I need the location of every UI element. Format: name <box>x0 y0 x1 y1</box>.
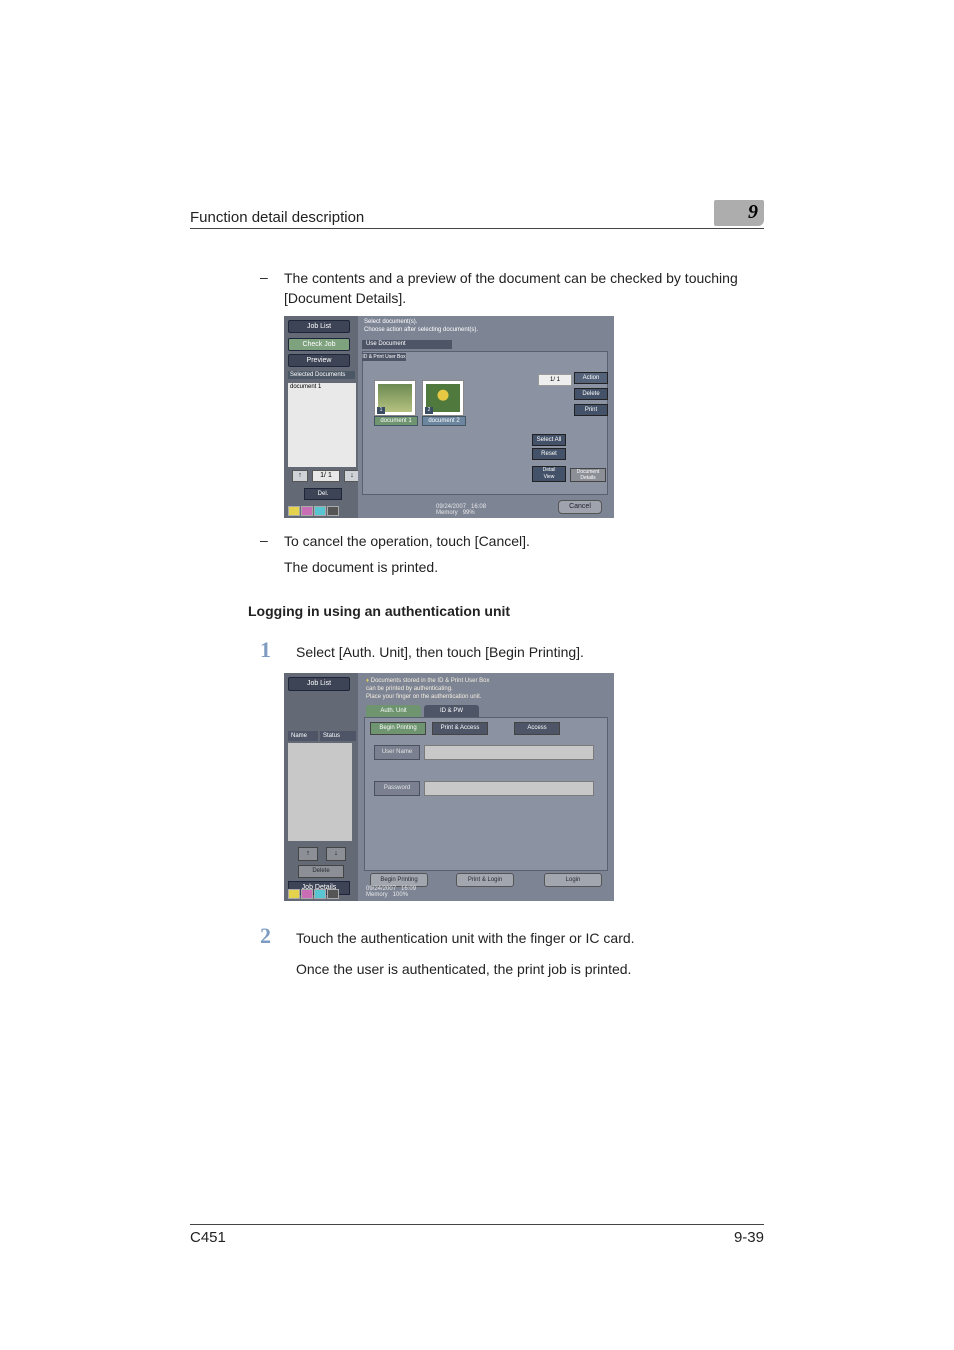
step-2: 2 Touch the authentication unit with the… <box>260 923 764 949</box>
arrow-down-icon[interactable]: ↓ <box>326 847 346 861</box>
page-header: Function detail description 9 <box>190 200 764 229</box>
dash-icon: – <box>260 269 284 308</box>
begin-printing-mode[interactable]: Begin Printing <box>370 722 426 735</box>
job-list-box <box>288 743 352 841</box>
panel1-footer: 09/24/2007 16:08 Memory 99% <box>436 504 486 516</box>
job-list-button[interactable]: Job List <box>288 677 350 691</box>
toner-k-icon <box>327 506 339 516</box>
panel1-main: Select document(s). Choose action after … <box>358 316 614 518</box>
begin-printing-button[interactable]: Begin Printing <box>370 873 428 887</box>
userbox-tab[interactable]: ID & Print User Box <box>362 353 406 361</box>
page: Function detail description 9 – The cont… <box>0 0 954 1350</box>
access-mode[interactable]: Access <box>514 722 560 735</box>
preview-button[interactable]: Preview <box>288 354 350 367</box>
step-2-number: 2 <box>260 923 296 949</box>
step-1-text: Select [Auth. Unit], then touch [Begin P… <box>296 642 764 663</box>
id-pw-tab[interactable]: ID & PW <box>424 705 479 717</box>
login-button[interactable]: Login <box>544 873 602 887</box>
action-header: Action <box>574 372 608 384</box>
footer-model: C451 <box>190 1229 226 1246</box>
panel2-message: ♦ Documents stored in the ID & Print Use… <box>366 677 489 701</box>
step-2-text-b: Once the user is authenticated, the prin… <box>296 959 764 980</box>
step-2b: Once the user is authenticated, the prin… <box>260 959 764 980</box>
cancel-button[interactable]: Cancel <box>558 500 602 514</box>
toner-c-icon <box>314 889 326 899</box>
bullet-2: – To cancel the operation, touch [Cancel… <box>260 532 764 552</box>
thumb-2-label[interactable]: document 2 <box>422 416 466 426</box>
thumb-2-index: 2 <box>425 407 433 414</box>
document-details-button[interactable]: DocumentDetails <box>570 468 606 482</box>
footer-page: 9-39 <box>734 1229 764 1246</box>
name-label: Name <box>288 731 318 741</box>
thumb-2[interactable]: 2 <box>422 380 464 416</box>
panel1-sidebar: Job List Check Job Preview Selected Docu… <box>284 316 358 518</box>
step-2-text-a: Touch the authentication unit with the f… <box>296 928 764 949</box>
thumb-1-label[interactable]: document 1 <box>374 416 418 426</box>
toner-y-icon <box>288 889 300 899</box>
selected-docs-header: Selected Documents <box>288 371 355 379</box>
body: – The contents and a preview of the docu… <box>190 229 764 980</box>
page-arrows: ↑ 1/ 1 ↓ <box>292 470 360 482</box>
header-title: Function detail description <box>190 209 364 226</box>
use-document-panel: Job List Check Job Preview Selected Docu… <box>284 316 614 518</box>
toner-m-icon <box>301 506 313 516</box>
print-access-mode[interactable]: Print & Access <box>432 722 488 735</box>
after-bullet-line: The document is printed. <box>284 558 764 578</box>
panel2-sidebar: Job List Name Status ↑ ↓ Delete Job Deta… <box>284 673 358 901</box>
step-1-number: 1 <box>260 637 296 663</box>
print-button[interactable]: Print <box>574 404 608 416</box>
toner-k-icon <box>327 889 339 899</box>
print-login-button[interactable]: Print & Login <box>456 873 514 887</box>
action-buttons: Action Delete Print <box>574 372 606 420</box>
panel1-message: Select document(s). Choose action after … <box>364 318 478 334</box>
thumb-1-index: 1 <box>377 407 385 414</box>
toner-y-icon <box>288 506 300 516</box>
delete-button[interactable]: Delete <box>298 865 344 878</box>
password-field[interactable] <box>424 781 594 796</box>
dash-icon: – <box>260 532 284 552</box>
detail-view-button[interactable]: DetailView <box>532 466 566 482</box>
thumb-page-indicator: 1/ 1 <box>538 374 572 386</box>
selected-docs-list: document 1 <box>288 383 356 467</box>
arrow-up-icon[interactable]: ↑ <box>292 470 308 482</box>
thumb-1[interactable]: 1 <box>374 380 416 416</box>
toner-status <box>288 506 339 516</box>
check-job-button[interactable]: Check Job <box>288 338 350 351</box>
reset-button[interactable]: Reset <box>532 448 566 460</box>
job-list-button[interactable]: Job List <box>288 320 350 333</box>
delete-button[interactable]: Delete <box>574 388 608 400</box>
auth-panel: Job List Name Status ↑ ↓ Delete Job Deta… <box>284 673 614 901</box>
del-task-button[interactable]: Del. <box>304 488 342 500</box>
status-label: Status <box>320 731 356 741</box>
bullet-1: – The contents and a preview of the docu… <box>260 269 764 308</box>
pointer-icon: ♦ <box>366 678 369 684</box>
arrow-up-icon[interactable]: ↑ <box>298 847 318 861</box>
subheading: Logging in using an authentication unit <box>248 603 764 619</box>
page-arrows: ↑ ↓ <box>298 847 346 861</box>
user-name-field[interactable] <box>424 745 594 760</box>
chapter-badge: 9 <box>714 200 764 226</box>
toner-m-icon <box>301 889 313 899</box>
password-label: Password <box>374 781 420 796</box>
panel2-footer: 09/24/2007 16:09 Memory 100% <box>366 886 416 898</box>
bullet-1-text: The contents and a preview of the docume… <box>284 269 764 308</box>
step-1: 1 Select [Auth. Unit], then touch [Begin… <box>260 637 764 663</box>
select-all-button[interactable]: Select All <box>532 434 566 446</box>
bullet-2-text: To cancel the operation, touch [Cancel]. <box>284 532 764 552</box>
toner-c-icon <box>314 506 326 516</box>
auth-unit-tab[interactable]: Auth. Unit <box>366 705 421 717</box>
use-document-label: Use Document <box>362 340 452 349</box>
page-footer: C451 9-39 <box>190 1224 764 1246</box>
user-name-label: User Name <box>374 745 420 760</box>
page-indicator: 1/ 1 <box>312 470 340 482</box>
